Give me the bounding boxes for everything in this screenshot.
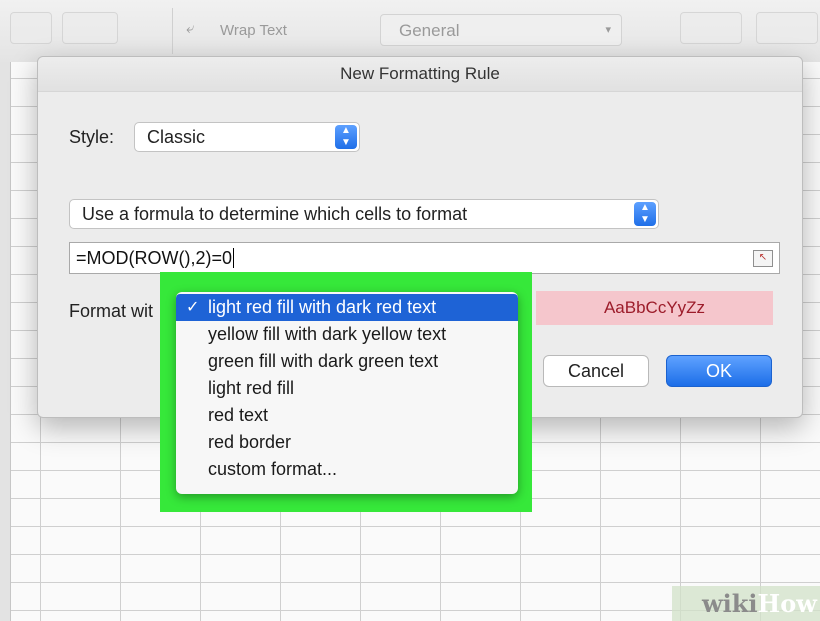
menu-item-custom-format[interactable]: custom format... [176, 456, 518, 483]
text-cursor [233, 248, 235, 268]
formula-value: =MOD(ROW(),2)=0 [76, 248, 233, 268]
excel-toolbar: ⤶ Wrap Text General ▾ [0, 0, 820, 63]
format-with-label: Format wit [69, 301, 154, 321]
wikihow-watermark: wikiHow [672, 586, 820, 621]
menu-item-label: green fill with dark green text [208, 351, 439, 371]
menu-item-label: red border [208, 432, 292, 452]
formula-input[interactable]: =MOD(ROW(),2)=0 ↖ [69, 242, 780, 274]
number-format-value: General [399, 21, 460, 40]
menu-item-label: red text [208, 405, 269, 425]
range-select-icon[interactable]: ↖ [753, 250, 773, 267]
menu-item-red-border[interactable]: red border [176, 429, 518, 456]
format-preview: AaBbCcYyZz [536, 291, 773, 325]
watermark-wiki: wiki [702, 589, 758, 618]
align-button[interactable] [10, 12, 52, 44]
menu-item-label: light red fill with dark red text [208, 297, 437, 317]
menu-item-label: yellow fill with dark yellow text [208, 324, 447, 344]
cancel-button[interactable]: Cancel [543, 355, 649, 387]
wrap-text-icon: ⤶ [186, 20, 195, 37]
orientation-button[interactable] [62, 12, 118, 44]
rule-type-select[interactable]: Use a formula to determine which cells t… [69, 199, 659, 229]
menu-item-label: light red fill [208, 378, 295, 398]
wrap-text-button[interactable]: Wrap Text [220, 22, 287, 39]
conditional-formatting-button[interactable] [680, 12, 742, 44]
format-as-table-button[interactable] [756, 12, 818, 44]
updown-chevron-icon: ▲ ▼ [335, 125, 357, 149]
menu-item-green-fill-dark-green-text[interactable]: green fill with dark green text [176, 348, 518, 375]
style-select[interactable]: Classic ▲ ▼ [134, 122, 360, 152]
menu-item-label: custom format... [208, 459, 338, 479]
number-format-select[interactable]: General ▾ [380, 14, 622, 46]
chevron-down-icon: ▾ [605, 24, 611, 36]
menu-item-light-red-fill-dark-red-text[interactable]: ✓ light red fill with dark red text [176, 294, 518, 321]
menu-item-red-text[interactable]: red text [176, 402, 518, 429]
row-header-strip [0, 62, 11, 621]
ok-button[interactable]: OK [666, 355, 772, 387]
style-label: Style: [69, 127, 115, 147]
dialog-title: New Formatting Rule [38, 57, 802, 92]
style-value: Classic [147, 127, 206, 147]
rule-type-value: Use a formula to determine which cells t… [82, 204, 468, 224]
updown-chevron-icon: ▲ ▼ [634, 202, 656, 226]
menu-item-yellow-fill-dark-yellow-text[interactable]: yellow fill with dark yellow text [176, 321, 518, 348]
menu-item-light-red-fill[interactable]: light red fill [176, 375, 518, 402]
toolbar-divider [172, 8, 173, 54]
format-with-menu: ✓ light red fill with dark red text yell… [176, 292, 518, 494]
watermark-how: How [757, 589, 817, 618]
checkmark-icon: ✓ [186, 299, 200, 316]
